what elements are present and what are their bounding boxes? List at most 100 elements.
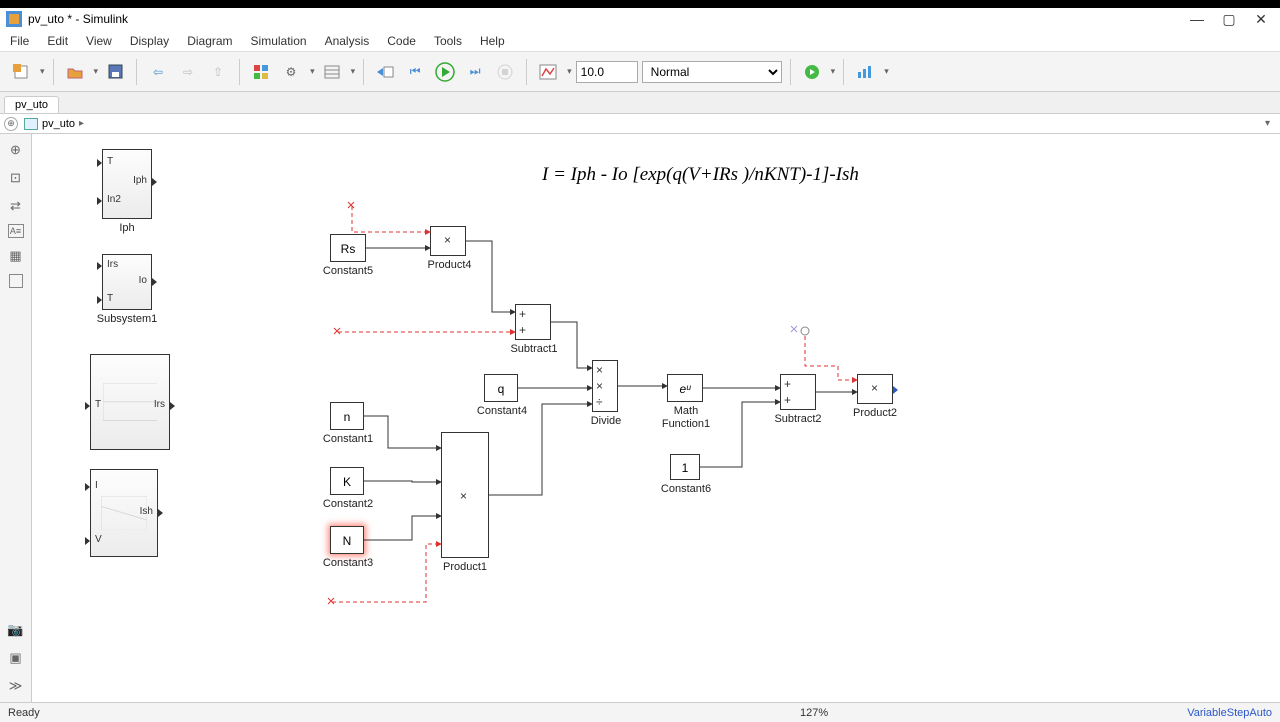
menu-analysis[interactable]: Analysis bbox=[325, 34, 370, 48]
label-constant5: Constant5 bbox=[314, 265, 382, 277]
expand-icon[interactable]: ≫ bbox=[6, 676, 26, 696]
block-constant1[interactable]: n bbox=[330, 402, 364, 430]
log-dropdown-icon[interactable]: ▾ bbox=[351, 66, 356, 77]
palette: ⊕ ⊡ ⇄ A≡ ▦ 📷 ▣ ≫ bbox=[0, 134, 32, 702]
label-constant1: Constant1 bbox=[314, 433, 382, 445]
chevron-right-icon: ▸ bbox=[79, 118, 84, 129]
signal-output-button[interactable] bbox=[535, 59, 561, 85]
save-button[interactable] bbox=[102, 59, 128, 85]
area-icon[interactable] bbox=[9, 274, 23, 288]
arrows-icon[interactable]: ⇄ bbox=[6, 196, 26, 216]
new-dropdown-icon[interactable]: ▾ bbox=[40, 66, 45, 77]
menu-diagram[interactable]: Diagram bbox=[187, 34, 232, 48]
block-divide[interactable]: × × ÷ bbox=[592, 360, 618, 412]
annotation-icon[interactable]: A≡ bbox=[8, 224, 24, 238]
equation-annotation: I = Iph - Io [exp(q(V+IRs )/nKNT)-1]-Ish bbox=[542, 164, 859, 186]
status-ready: Ready bbox=[8, 707, 40, 719]
back-button[interactable]: ⇦ bbox=[145, 59, 171, 85]
screenshot-icon[interactable]: 📷 bbox=[6, 620, 26, 640]
build-dropdown-icon[interactable]: ▾ bbox=[884, 66, 889, 77]
step-back-button[interactable]: ⏮ bbox=[402, 59, 428, 85]
label-mathfunction1: Math Function1 bbox=[650, 405, 722, 431]
unconnected-port-icon bbox=[798, 324, 812, 338]
fit-icon[interactable]: ⊡ bbox=[6, 168, 26, 188]
minimize-button[interactable]: — bbox=[1190, 12, 1204, 26]
image-icon[interactable]: ▦ bbox=[6, 246, 26, 266]
window-titlebar: pv_uto * - Simulink — ▢ ✕ bbox=[0, 0, 1280, 30]
menu-code[interactable]: Code bbox=[387, 34, 416, 48]
label-product2: Product2 bbox=[847, 407, 903, 419]
block-product1[interactable]: × bbox=[441, 432, 489, 558]
label-product4: Product4 bbox=[422, 259, 477, 271]
explorer-dropdown-icon[interactable]: ▾ bbox=[1265, 118, 1276, 129]
simulation-mode-select[interactable]: Normal bbox=[642, 61, 782, 83]
signal-dropdown-icon[interactable]: ▾ bbox=[567, 66, 572, 77]
breadcrumb[interactable]: pv_uto ▸ bbox=[24, 118, 84, 130]
canvas[interactable]: I = Iph - Io [exp(q(V+IRs )/nKNT)-1]-Ish… bbox=[32, 134, 1280, 702]
config-dropdown-icon[interactable]: ▾ bbox=[310, 66, 315, 77]
record-icon[interactable]: ▣ bbox=[6, 648, 26, 668]
close-button[interactable]: ✕ bbox=[1254, 12, 1268, 26]
block-subtract2[interactable]: + + bbox=[780, 374, 816, 410]
block-product2[interactable]: × bbox=[857, 374, 893, 404]
block-constant4[interactable]: q bbox=[484, 374, 518, 402]
open-dropdown-icon[interactable]: ▾ bbox=[94, 66, 99, 77]
explorer-bar: ⊕ pv_uto ▸ ▾ bbox=[0, 114, 1280, 134]
simulink-icon bbox=[6, 11, 22, 27]
block-constant2[interactable]: K bbox=[330, 467, 364, 495]
restart-dropdown-icon[interactable]: ▾ bbox=[831, 66, 836, 77]
block-ish-subsystem[interactable]: I V Ish bbox=[90, 469, 158, 557]
block-subtract1[interactable]: + + bbox=[515, 304, 551, 340]
label-constant2: Constant2 bbox=[314, 498, 382, 510]
maximize-button[interactable]: ▢ bbox=[1222, 12, 1236, 26]
menu-display[interactable]: Display bbox=[130, 34, 169, 48]
model-config-button[interactable]: ⚙ bbox=[278, 59, 304, 85]
block-constant5[interactable]: Rs bbox=[330, 234, 366, 262]
up-button[interactable]: ⇧ bbox=[205, 59, 231, 85]
label-subtract1: Subtract1 bbox=[504, 343, 564, 355]
tab-model[interactable]: pv_uto bbox=[4, 96, 59, 113]
menu-help[interactable]: Help bbox=[480, 34, 505, 48]
library-browser-button[interactable] bbox=[248, 59, 274, 85]
block-constant6[interactable]: 1 bbox=[670, 454, 700, 480]
block-iph[interactable]: T In2 Iph bbox=[102, 149, 152, 219]
label-iph: Iph bbox=[102, 222, 152, 234]
menu-file[interactable]: File bbox=[10, 34, 29, 48]
step-forward-button[interactable]: ⏭ bbox=[462, 59, 488, 85]
status-zoom: 127% bbox=[800, 707, 828, 719]
menu-simulation[interactable]: Simulation bbox=[251, 34, 307, 48]
menu-tools[interactable]: Tools bbox=[434, 34, 462, 48]
run-button[interactable] bbox=[432, 59, 458, 85]
new-model-button[interactable] bbox=[8, 59, 34, 85]
forward-button[interactable]: ⇨ bbox=[175, 59, 201, 85]
block-mathfunction1[interactable]: eᵘ bbox=[667, 374, 703, 402]
block-irs-subsystem[interactable]: T Irs bbox=[90, 354, 170, 450]
zoom-icon[interactable]: ⊕ bbox=[6, 140, 26, 160]
menu-bar: File Edit View Display Diagram Simulatio… bbox=[0, 30, 1280, 52]
toolbar: ▾ ▾ ⇦ ⇨ ⇧ ⚙ ▾ ▾ ⏮ ⏭ ▾ Normal ▾ ▾ bbox=[0, 52, 1280, 92]
model-icon bbox=[24, 118, 38, 130]
build-button[interactable] bbox=[852, 59, 878, 85]
menu-edit[interactable]: Edit bbox=[47, 34, 68, 48]
hide-browser-icon[interactable]: ⊕ bbox=[4, 117, 18, 131]
block-subsystem1[interactable]: Irs T Io bbox=[102, 254, 152, 310]
label-divide: Divide bbox=[585, 415, 627, 427]
block-product4[interactable]: × bbox=[430, 226, 466, 256]
status-solver[interactable]: VariableStepAuto bbox=[1187, 707, 1272, 719]
breadcrumb-model[interactable]: pv_uto bbox=[42, 118, 75, 130]
block-constant3[interactable]: N bbox=[330, 526, 364, 554]
fast-restart-button[interactable] bbox=[799, 59, 825, 85]
label-constant6: Constant6 bbox=[652, 483, 720, 495]
update-diagram-button[interactable] bbox=[372, 59, 398, 85]
label-subtract2: Subtract2 bbox=[768, 413, 828, 425]
stop-time-input[interactable] bbox=[576, 61, 638, 83]
label-subsystem1: Subsystem1 bbox=[87, 313, 167, 325]
label-constant3: Constant3 bbox=[314, 557, 382, 569]
open-button[interactable] bbox=[62, 59, 88, 85]
log-signals-button[interactable] bbox=[319, 59, 345, 85]
window-title: pv_uto * - Simulink bbox=[28, 12, 128, 26]
stop-button[interactable] bbox=[492, 59, 518, 85]
menu-view[interactable]: View bbox=[86, 34, 112, 48]
status-bar: Ready 127% VariableStepAuto bbox=[0, 702, 1280, 722]
label-constant4: Constant4 bbox=[472, 405, 532, 417]
